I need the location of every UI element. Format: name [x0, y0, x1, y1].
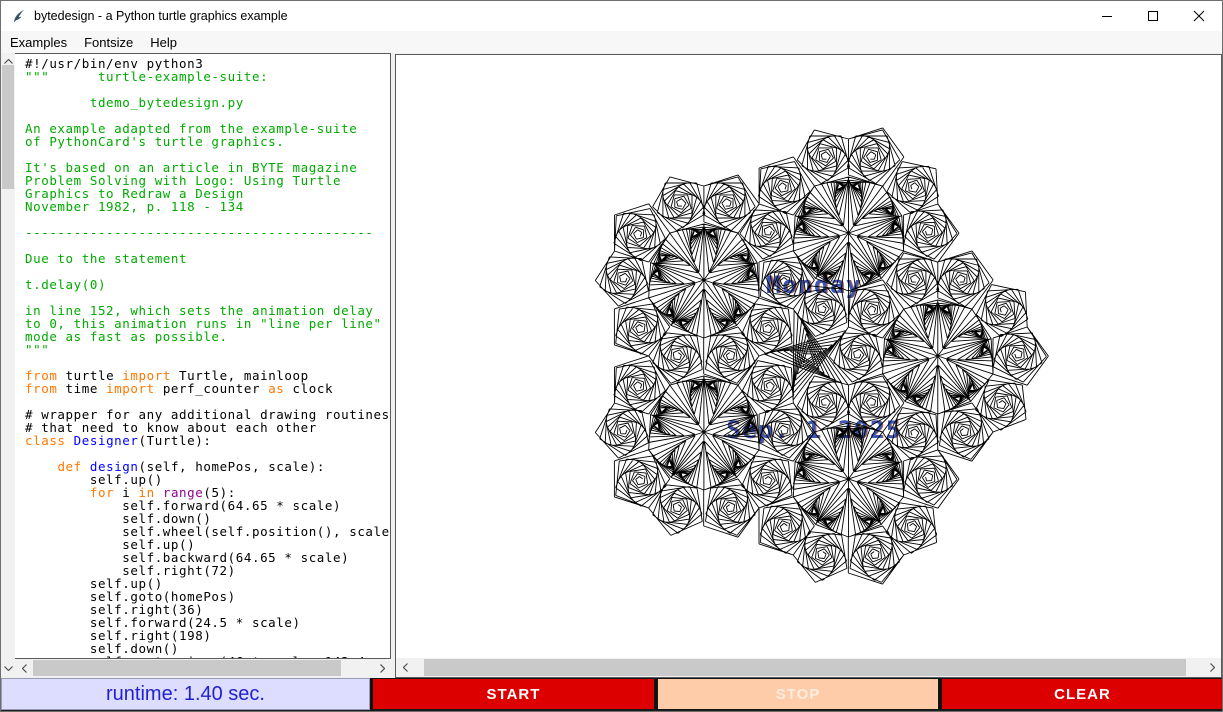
- canvas-horizontal-scrollbar[interactable]: [396, 658, 1221, 677]
- vertical-scroll-thumb[interactable]: [2, 65, 14, 189]
- close-icon[interactable]: [1176, 1, 1222, 31]
- code-line: Due to the statement: [25, 252, 390, 265]
- scroll-right-icon[interactable]: [1205, 658, 1219, 677]
- menu-help[interactable]: Help: [143, 33, 184, 52]
- canvas-frame: Monday Sep. 1 2025: [395, 54, 1222, 678]
- horizontal-scroll-thumb[interactable]: [424, 659, 1186, 676]
- scroll-left-icon[interactable]: [398, 658, 412, 677]
- horizontal-scroll-thumb[interactable]: [33, 660, 341, 676]
- menu-examples[interactable]: Examples: [3, 33, 74, 52]
- code-line: tdemo_bytedesign.py: [25, 96, 390, 109]
- turtledemo-window: bytedesign - a Python turtle graphics ex…: [0, 0, 1223, 712]
- window-controls: [1084, 1, 1222, 31]
- minimize-icon[interactable]: [1084, 1, 1130, 31]
- runtime-label: runtime: 1.40 sec.: [1, 678, 370, 710]
- tk-feather-icon: [11, 8, 27, 24]
- menubar: Examples Fontsize Help: [1, 31, 1222, 53]
- code-line: of PythonCard's turtle graphics.: [25, 135, 390, 148]
- code-line: November 1982, p. 118 - 134: [25, 200, 390, 213]
- scroll-right-icon[interactable]: [375, 659, 389, 677]
- maximize-icon[interactable]: [1130, 1, 1176, 31]
- start-button[interactable]: START: [372, 678, 655, 710]
- code-line: ----------------------------------------…: [25, 226, 390, 239]
- scroll-left-icon[interactable]: [17, 659, 31, 677]
- code-vertical-scrollbar[interactable]: [1, 53, 15, 659]
- code-line: class Designer(Turtle):: [25, 434, 390, 447]
- stop-button[interactable]: STOP: [657, 678, 939, 710]
- scroll-down-icon[interactable]: [1, 659, 15, 677]
- bytedesign-drawing: [396, 55, 1221, 658]
- code-line: """ turtle-example-suite:: [25, 70, 390, 83]
- code-line: """: [25, 343, 390, 356]
- code-viewer[interactable]: #!/usr/bin/env python3""" turtle-example…: [15, 53, 391, 659]
- code-horizontal-scrollbar[interactable]: [15, 659, 391, 677]
- code-line: t.delay(0): [25, 278, 390, 291]
- statusbar: runtime: 1.40 sec. START STOP CLEAR: [1, 678, 1223, 710]
- turtle-canvas: Monday Sep. 1 2025: [396, 55, 1221, 658]
- code-line: mode as fast as possible.: [25, 330, 390, 343]
- window-title: bytedesign - a Python turtle graphics ex…: [34, 1, 288, 31]
- code-line: from time import perf_counter as clock: [25, 382, 390, 395]
- clear-button[interactable]: CLEAR: [941, 678, 1223, 710]
- titlebar[interactable]: bytedesign - a Python turtle graphics ex…: [1, 1, 1222, 31]
- menu-fontsize[interactable]: Fontsize: [77, 33, 140, 52]
